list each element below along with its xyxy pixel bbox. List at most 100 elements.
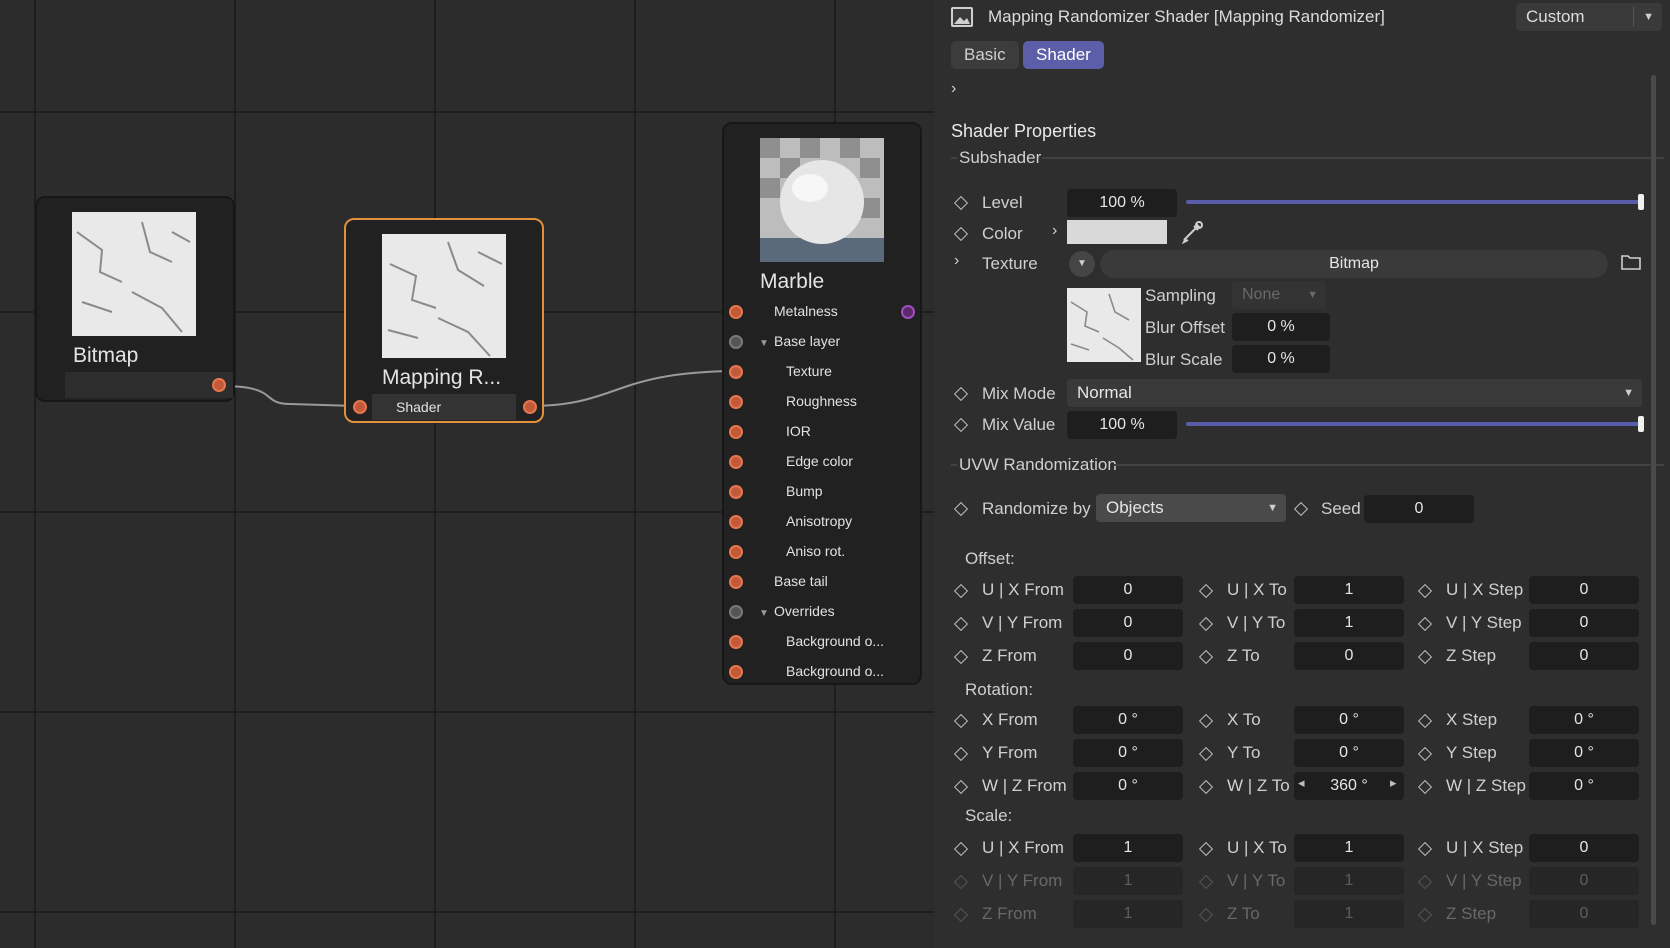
param-field[interactable]: 0 ° [1294, 706, 1404, 734]
param-field[interactable]: 0 ° [1073, 706, 1183, 734]
level-slider-handle[interactable] [1638, 194, 1644, 210]
param-field[interactable]: 0 ° [1294, 739, 1404, 767]
collapse-triangle-icon[interactable]: ▼ [759, 608, 769, 619]
texture-expand-icon[interactable]: › [954, 252, 959, 270]
param-field[interactable]: 0 [1294, 642, 1404, 670]
marble-input-port[interactable] [729, 575, 743, 589]
texture-menu-button[interactable]: ▼ [1069, 251, 1095, 277]
decrement-arrow-icon[interactable]: ◂ [1298, 775, 1305, 791]
keyframe-icon[interactable] [953, 779, 969, 795]
marble-output-port[interactable] [901, 305, 915, 319]
marble-input-port[interactable] [729, 545, 743, 559]
keyframe-icon[interactable] [1198, 907, 1214, 923]
keyframe-icon[interactable] [953, 841, 969, 857]
color-expand-icon[interactable]: › [1052, 222, 1057, 240]
mix-mode-dropdown[interactable]: Normal ▼ [1067, 379, 1642, 407]
mix-mode-keyframe-icon[interactable] [953, 386, 969, 402]
param-field[interactable]: 1 [1073, 900, 1183, 928]
eyedropper-icon[interactable] [1180, 218, 1206, 249]
tab-shader[interactable]: Shader [1023, 41, 1104, 69]
marble-node[interactable]: Marble Metalness ▼ Base layer Texture Roughn… [722, 122, 922, 685]
blur-scale-field[interactable]: 0 % [1232, 345, 1330, 373]
marble-input-port[interactable] [729, 395, 743, 409]
keyframe-icon[interactable] [1198, 616, 1214, 632]
panel-scrollbar[interactable] [1651, 75, 1656, 925]
texture-field[interactable]: Bitmap [1100, 250, 1608, 278]
param-field[interactable]: 0 [1073, 642, 1183, 670]
keyframe-icon[interactable] [953, 713, 969, 729]
keyframe-icon[interactable] [953, 649, 969, 665]
mapping-input-port[interactable] [353, 400, 367, 414]
mapping-randomizer-node[interactable]: Mapping R... Shader [344, 218, 544, 423]
level-keyframe-icon[interactable] [953, 195, 969, 211]
increment-arrow-icon[interactable]: ▸ [1390, 775, 1397, 791]
marble-input-port[interactable] [729, 515, 743, 529]
keyframe-icon[interactable] [953, 746, 969, 762]
color-keyframe-icon[interactable] [953, 226, 969, 242]
param-field[interactable]: 1 [1294, 867, 1404, 895]
param-field[interactable]: 1 [1073, 867, 1183, 895]
mix-value-slider-handle[interactable] [1638, 416, 1644, 432]
mix-value-keyframe-icon[interactable] [953, 417, 969, 433]
keyframe-icon[interactable] [1417, 616, 1433, 632]
keyframe-icon[interactable] [1198, 713, 1214, 729]
param-field[interactable]: 0 ° [1529, 772, 1639, 800]
collapse-triangle-icon[interactable]: ▼ [759, 338, 769, 349]
marble-input-port[interactable] [729, 485, 743, 499]
param-field[interactable]: 0 ° [1073, 772, 1183, 800]
keyframe-icon[interactable] [1198, 746, 1214, 762]
seed-field[interactable]: 0 [1364, 495, 1474, 523]
keyframe-icon[interactable] [1417, 874, 1433, 890]
keyframe-icon[interactable] [1417, 746, 1433, 762]
param-field[interactable]: 1 [1294, 576, 1404, 604]
mix-value-slider[interactable] [1186, 422, 1642, 426]
keyframe-icon[interactable] [1198, 874, 1214, 890]
node-editor[interactable]: Bitmap Mapping R... Shader Marble Metaln… [0, 0, 934, 948]
keyframe-icon[interactable] [953, 874, 969, 890]
marble-input-port[interactable] [729, 455, 743, 469]
param-field[interactable]: 0 [1529, 834, 1639, 862]
mix-value-field[interactable]: 100 % [1067, 411, 1177, 439]
param-field[interactable]: 0 ° [1529, 739, 1639, 767]
marble-input-port[interactable] [729, 665, 743, 679]
keyframe-icon[interactable] [1417, 649, 1433, 665]
sampling-dropdown[interactable]: None ▼ [1232, 281, 1326, 309]
level-field[interactable]: 100 % [1067, 189, 1177, 217]
keyframe-icon[interactable] [1417, 713, 1433, 729]
blur-offset-field[interactable]: 0 % [1232, 313, 1330, 341]
marble-input-port[interactable] [729, 635, 743, 649]
param-field[interactable]: 0 [1529, 576, 1639, 604]
bitmap-node[interactable]: Bitmap [35, 196, 235, 402]
mapping-output-port[interactable] [523, 400, 537, 414]
param-field[interactable]: 0 [1073, 576, 1183, 604]
keyframe-icon[interactable] [1198, 583, 1214, 599]
keyframe-icon[interactable] [953, 616, 969, 632]
keyframe-icon[interactable] [953, 583, 969, 599]
color-swatch[interactable] [1067, 220, 1167, 244]
keyframe-icon[interactable] [1198, 779, 1214, 795]
param-field[interactable]: 0 [1529, 867, 1639, 895]
marble-input-port[interactable] [729, 305, 743, 319]
level-slider[interactable] [1186, 200, 1642, 204]
param-field[interactable]: 0 [1529, 609, 1639, 637]
marble-input-port[interactable] [729, 365, 743, 379]
keyframe-icon[interactable] [1198, 841, 1214, 857]
seed-keyframe-icon[interactable] [1293, 501, 1309, 517]
keyframe-icon[interactable] [1417, 583, 1433, 599]
expand-chevron-icon[interactable]: › [951, 80, 956, 98]
param-field[interactable]: 1 [1294, 834, 1404, 862]
marble-input-port[interactable] [729, 335, 743, 349]
randomize-by-dropdown[interactable]: Objects ▼ [1096, 494, 1286, 522]
param-field[interactable]: 360 ° [1294, 772, 1404, 800]
keyframe-icon[interactable] [1198, 649, 1214, 665]
keyframe-icon[interactable] [1417, 907, 1433, 923]
keyframe-icon[interactable] [1417, 779, 1433, 795]
mode-dropdown[interactable]: Custom ▼ [1516, 3, 1662, 31]
param-field[interactable]: 1 [1073, 834, 1183, 862]
marble-input-port[interactable] [729, 605, 743, 619]
param-field[interactable]: 0 [1529, 642, 1639, 670]
tab-basic[interactable]: Basic [951, 41, 1019, 69]
param-field[interactable]: 0 [1073, 609, 1183, 637]
param-field[interactable]: 0 ° [1529, 706, 1639, 734]
param-field[interactable]: 0 ° [1073, 739, 1183, 767]
